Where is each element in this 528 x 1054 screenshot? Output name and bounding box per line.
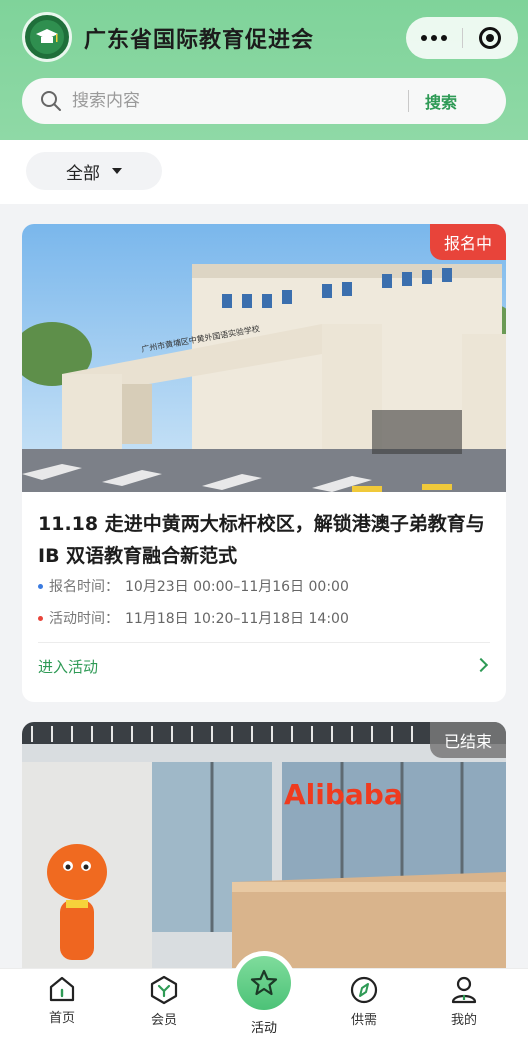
category-dropdown[interactable]: 全部 [26,152,162,190]
card-divider [38,642,490,643]
close-target-icon[interactable] [462,27,518,49]
tab-supply-demand-label: 供需 [350,1013,377,1028]
search-icon [41,91,61,111]
mini-program-capsule [406,17,518,59]
search-divider [408,90,409,112]
bottom-tab-bar: 首页 会员 活动 供需 我的 [0,951,528,1054]
status-badge: 已结束 [429,722,506,758]
signup-time-value: 10月23日 00:00–11月16日 00:00 [125,579,349,595]
header: 广东省国际教育促进会 搜索 [0,0,528,140]
caret-down-icon [112,168,122,174]
tab-member[interactable]: 会员 [124,975,204,1028]
tab-home-label: 首页 [48,1011,75,1026]
more-menu-icon[interactable] [406,35,462,41]
search-input[interactable] [72,91,402,111]
activity-time: 活动时间： 11月18日 10:20–11月18日 14:00 [38,608,349,628]
tab-home[interactable]: 首页 [22,975,102,1026]
event-card[interactable]: 广州市黄埔区中黄外国语实验学校 报名中 11.18 走进中黄两大标杆校区，解锁港… [22,224,506,702]
association-logo-icon [22,12,72,62]
category-dropdown-label: 全部 [66,163,100,184]
member-icon [150,975,178,1005]
tab-mine-label: 我的 [450,1013,477,1028]
activity-time-label: 活动时间： [49,611,119,627]
alibaba-logo-text: Alibaba [284,778,403,811]
activity-time-value: 11月18日 10:20–11月18日 14:00 [125,611,349,627]
signup-time: 报名时间： 10月23日 00:00–11月16日 00:00 [38,576,349,596]
user-icon [451,976,477,1004]
event-cover-image: Alibaba 已结束 [22,722,506,982]
tab-member-label: 会员 [150,1013,177,1028]
search-button[interactable]: 搜索 [425,89,457,113]
filter-bar: 全部 [0,140,528,204]
enter-activity-link[interactable]: 进入活动 [38,656,98,677]
tab-activity-label: 活动 [250,1021,277,1036]
signup-dot-icon [38,583,43,589]
star-icon [250,969,278,996]
tab-mine[interactable]: 我的 [424,975,504,1028]
compass-icon [350,976,378,1004]
home-icon [49,976,75,1002]
chevron-right-icon[interactable] [473,657,489,673]
activity-dot-icon [38,615,43,621]
status-badge: 报名中 [429,224,506,260]
event-cover-image: 广州市黄埔区中黄外国语实验学校 报名中 [22,224,506,492]
event-card[interactable]: Alibaba 已结束 [22,722,506,982]
signup-time-label: 报名时间： [49,579,119,595]
search-bar: 搜索 [22,78,506,124]
tab-supply-demand[interactable]: 供需 [324,975,404,1028]
tab-activity[interactable] [232,951,296,1015]
event-title: 11.18 走进中黄两大标杆校区，解锁港澳子弟教育与 IB 双语教育融合新范式 [38,513,485,567]
app-title: 广东省国际教育促进会 [84,28,315,53]
